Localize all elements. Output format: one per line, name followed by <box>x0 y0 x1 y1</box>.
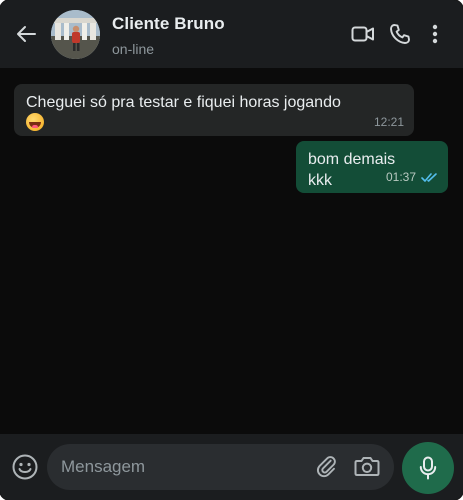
read-receipt-icon <box>421 172 437 182</box>
video-call-icon <box>351 26 374 42</box>
more-options-button[interactable] <box>423 21 447 47</box>
emoji-icon <box>12 454 38 480</box>
voice-message-button[interactable] <box>402 442 454 494</box>
camera-button[interactable] <box>354 455 380 479</box>
contact-status: on-line <box>112 41 155 57</box>
laughing-face-emoji-icon <box>26 113 44 131</box>
back-button[interactable] <box>14 22 38 46</box>
more-vert-icon <box>432 24 438 44</box>
message-body: bom demais kkk <box>308 151 396 189</box>
emoji-button[interactable] <box>11 453 39 481</box>
avatar-photo <box>51 10 100 59</box>
message-composer <box>0 434 463 500</box>
phone-icon <box>390 24 410 44</box>
voice-call-button[interactable] <box>387 21 413 47</box>
outgoing-message[interactable]: bom demais kkk 01:37 <box>296 141 448 193</box>
chat-window: Cliente Bruno on-line Cheguei só pra tes… <box>0 0 463 500</box>
mic-icon <box>419 456 437 480</box>
chat-header: Cliente Bruno on-line <box>0 0 463 68</box>
message-input[interactable] <box>61 455 301 479</box>
message-meta: 01:37 <box>386 170 438 184</box>
message-time: 12:21 <box>373 115 404 129</box>
message-list[interactable]: Cheguei só pra testar e fiquei horas jog… <box>0 68 463 434</box>
avatar[interactable] <box>51 10 100 59</box>
incoming-message[interactable]: Cheguei só pra testar e fiquei horas jog… <box>14 84 414 136</box>
camera-icon <box>354 457 380 476</box>
message-text: Cheguei só pra testar e fiquei horas jog… <box>26 92 402 134</box>
message-body: Cheguei só pra testar e fiquei horas jog… <box>26 94 341 111</box>
attach-button[interactable] <box>315 455 339 479</box>
message-time: 01:37 <box>385 170 416 184</box>
message-input-container <box>47 444 394 490</box>
attach-icon <box>316 456 336 478</box>
back-arrow-icon <box>17 26 36 42</box>
contact-name[interactable]: Cliente Bruno <box>112 14 225 34</box>
video-call-button[interactable] <box>350 21 376 47</box>
